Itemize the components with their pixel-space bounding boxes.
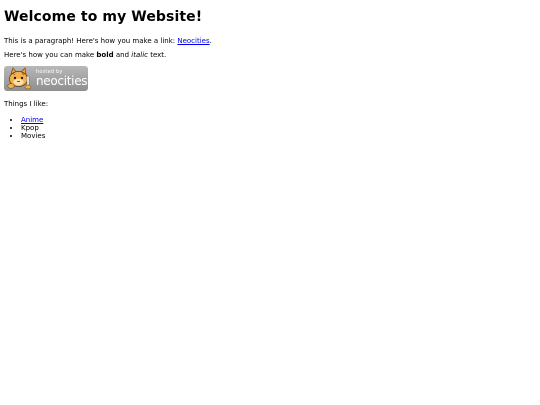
page-container: Welcome to my Website! This is a paragra… <box>0 0 540 405</box>
formatting-text: Here's how you can make <box>4 50 97 59</box>
list-item-kpop: Kpop <box>21 124 536 132</box>
anime-link[interactable]: Anime <box>21 116 43 124</box>
intro-text: This is a paragraph! Here's how you make… <box>4 37 178 46</box>
things-list: Anime Kpop Movies <box>4 116 536 140</box>
things-label: Things I like: <box>4 100 49 109</box>
formatting-paragraph: Here's how you can make bold and italic … <box>4 51 536 59</box>
intro-paragraph: This is a paragraph! Here's how you make… <box>4 37 536 45</box>
intro-period: . <box>209 37 212 46</box>
text-suffix: text. <box>147 50 167 59</box>
hosted-by-neocities-badge[interactable]: hosted by neocities <box>4 66 88 92</box>
and-text: and <box>113 50 132 59</box>
list-item-movies: Movies <box>21 132 536 140</box>
list-item-anime: Anime <box>21 116 536 124</box>
badge-big-text: neocities <box>36 74 88 89</box>
italic-text: italic <box>131 50 148 59</box>
page-title: Welcome to my Website! <box>4 9 203 25</box>
bold-text: bold <box>96 50 114 59</box>
neocities-badge-wrapper: hosted by neocities <box>4 66 88 92</box>
neocities-link[interactable]: Neocities <box>177 37 209 45</box>
